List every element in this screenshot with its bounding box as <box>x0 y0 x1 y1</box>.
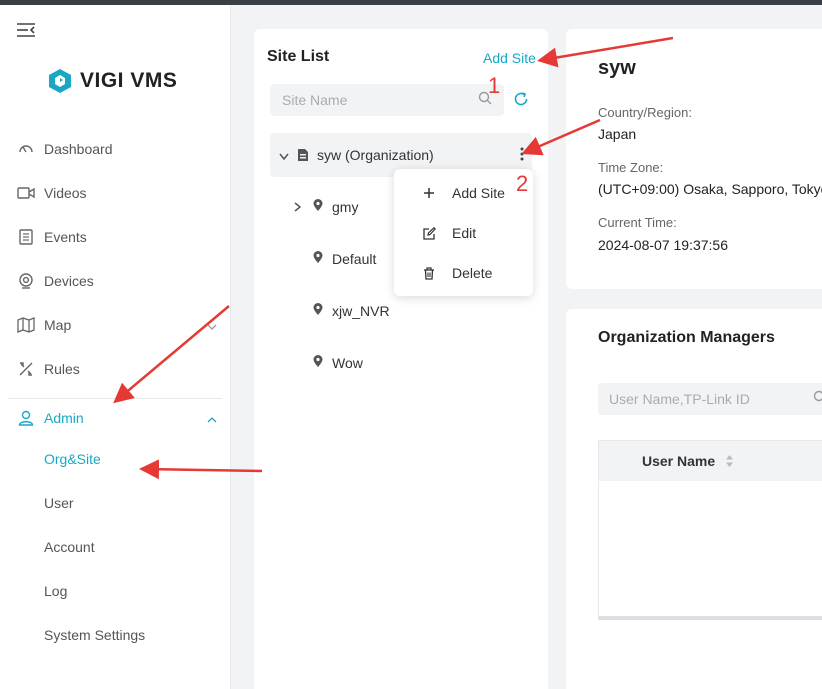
nav-label: Rules <box>44 361 80 377</box>
search-icon[interactable] <box>813 390 822 409</box>
chevron-up-icon <box>207 410 217 426</box>
country-value: Japan <box>598 126 637 142</box>
edit-icon <box>422 226 436 240</box>
site-search-box <box>270 84 504 116</box>
more-options-icon[interactable] <box>520 147 524 164</box>
brand-name: VIGI VMS <box>80 69 178 92</box>
tree-site-wow[interactable]: Wow <box>313 347 363 379</box>
site-list-title: Site List <box>267 48 330 65</box>
chevron-down-icon <box>207 317 217 333</box>
menu-delete[interactable]: Delete <box>394 255 533 291</box>
org-label: syw (Organization) <box>317 147 434 163</box>
annotation-number-2: 2 <box>516 171 529 196</box>
nav-log[interactable]: Log <box>44 583 67 599</box>
site-search-input[interactable] <box>282 92 478 108</box>
menu-label: Edit <box>452 225 477 241</box>
nav-dashboard[interactable]: Dashboard <box>0 129 231 169</box>
current-time-value: 2024-08-07 19:37:56 <box>598 237 728 253</box>
nav-system-settings[interactable]: System Settings <box>44 627 145 643</box>
nav-events[interactable]: Events <box>0 217 231 257</box>
nav-label: Map <box>44 317 72 333</box>
site-label: Default <box>332 251 377 267</box>
nav-label: Admin <box>44 410 84 426</box>
manager-search-input[interactable] <box>609 391 813 407</box>
expand-right-icon[interactable] <box>294 202 301 212</box>
sidebar: VIGI VMS Dashboard Videos Events Devices… <box>0 5 231 689</box>
menu-label: Delete <box>452 265 493 281</box>
location-pin-icon <box>313 199 323 215</box>
vigi-logo-icon <box>49 69 71 93</box>
video-icon <box>17 184 35 202</box>
nav-label: Videos <box>44 185 87 201</box>
site-detail-card: syw Country/Region: Japan Time Zone: (UT… <box>566 29 822 289</box>
nav-org-site[interactable]: Org&Site <box>44 451 101 467</box>
menu-add-site[interactable]: Add Site <box>394 175 533 211</box>
nav-videos[interactable]: Videos <box>0 173 231 213</box>
table-header: User Name <box>599 441 822 481</box>
devices-icon <box>17 272 35 290</box>
plus-icon <box>422 186 436 200</box>
nav-account[interactable]: Account <box>44 539 95 555</box>
expand-arrow-icon[interactable] <box>279 147 289 163</box>
location-pin-icon <box>313 355 323 371</box>
dashboard-icon <box>17 140 35 158</box>
map-icon <box>17 316 35 334</box>
org-managers-title: Organization Managers <box>598 329 775 346</box>
events-icon <box>17 228 35 246</box>
collapse-menu-icon[interactable] <box>16 22 36 38</box>
nav-map[interactable]: Map <box>0 305 231 345</box>
org-managers-card: Organization Managers User Name <box>566 309 822 689</box>
timezone-label: Time Zone: <box>598 160 664 175</box>
nav-admin[interactable]: Admin <box>0 398 231 438</box>
tree-site-default[interactable]: Default <box>313 243 376 275</box>
column-user-name[interactable]: User Name <box>642 453 715 469</box>
tree-site-gmy[interactable]: gmy <box>294 191 358 223</box>
site-label: gmy <box>332 199 359 215</box>
user-icon <box>17 409 35 427</box>
current-time-label: Current Time: <box>598 215 677 230</box>
nav-user[interactable]: User <box>44 495 74 511</box>
sort-icon[interactable] <box>725 454 734 468</box>
nav-label: Devices <box>44 273 94 289</box>
add-site-link[interactable]: Add Site <box>483 50 536 66</box>
logo: VIGI VMS <box>48 68 177 94</box>
country-label: Country/Region: <box>598 105 692 120</box>
location-pin-icon <box>313 251 323 267</box>
site-label: xjw_NVR <box>332 303 390 319</box>
site-label: Wow <box>332 355 363 371</box>
site-list-panel: Site List Add Site syw (Organization) gm… <box>254 29 548 689</box>
site-context-menu: Add Site Edit Delete <box>394 169 533 296</box>
tree-site-xjw-nvr[interactable]: xjw_NVR <box>313 295 390 327</box>
annotation-number-1: 1 <box>488 73 501 98</box>
menu-label: Add Site <box>452 185 505 201</box>
location-pin-icon <box>313 303 323 319</box>
nav-label: Events <box>44 229 87 245</box>
organization-icon <box>297 148 309 162</box>
refresh-icon[interactable] <box>513 91 529 112</box>
menu-edit[interactable]: Edit <box>394 215 533 251</box>
timezone-value: (UTC+09:00) Osaka, Sapporo, Tokyo <box>598 181 822 197</box>
nav-rules[interactable]: Rules <box>0 349 231 389</box>
nav-devices[interactable]: Devices <box>0 261 231 301</box>
nav-label: Dashboard <box>44 141 113 157</box>
manager-search-box <box>598 383 822 415</box>
site-name-heading: syw <box>598 57 636 79</box>
managers-table: User Name <box>598 440 822 620</box>
trash-icon <box>422 266 436 280</box>
rules-icon <box>17 360 35 378</box>
